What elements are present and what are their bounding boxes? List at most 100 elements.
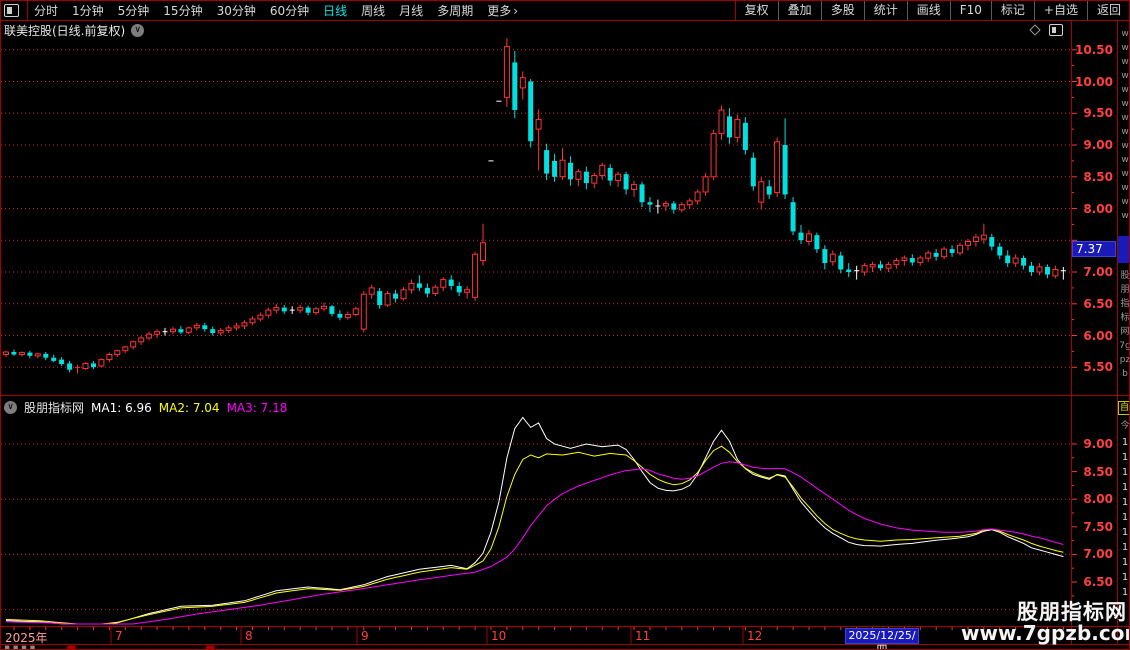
candle [210,327,215,336]
action-button-F10[interactable]: F10 [950,1,991,20]
month-label-10: 10 [491,629,506,643]
period-tab-15分钟[interactable]: 15分钟 [163,2,202,19]
candle [504,38,509,107]
candle [473,252,478,301]
page-marker: 1 [1119,527,1130,538]
candle [600,163,605,180]
candle [4,351,9,357]
candle [131,341,136,350]
candle [655,200,660,214]
panel-separator [1,395,1130,396]
period-tab-周线[interactable]: 周线 [361,2,385,19]
page-marker: 1 [1119,557,1130,568]
candle [234,323,239,331]
month-label-8: 8 [245,629,253,643]
current-date-box: 2025/12/25/四 [845,628,919,644]
candle [385,291,390,307]
candle [886,262,891,272]
candle [59,357,64,366]
candle [218,328,223,336]
candle [902,256,907,266]
candle [322,303,327,312]
candle [743,117,748,154]
candle [791,197,796,235]
candle [536,109,541,170]
month-label-7: 7 [115,629,123,643]
indicator-label-7.50: 7.50 [1075,521,1113,533]
diamond-icon[interactable] [1029,24,1040,35]
period-tab-月线[interactable]: 月线 [399,2,423,19]
candle [393,290,398,303]
period-tab-更多[interactable]: 更多 [487,2,511,19]
candle [846,263,851,277]
window-maximize-icon[interactable] [1049,24,1063,36]
top-toolbar: 分时 1分钟 5分钟 15分钟 30分钟 60分钟日线周线月线多周期更多 › 复权叠加多股… [1,1,1130,20]
candle [1061,267,1066,280]
chart-canvas[interactable] [1,1,1130,650]
price-label-5.50: 5.50 [1075,361,1113,373]
indicator-strip-tab[interactable]: 自 [1118,401,1130,415]
indicator-strip-tab2[interactable]: 今 [1119,418,1130,431]
period-tab-分时[interactable]: 分时 [34,2,58,19]
price-label-6.50: 6.50 [1075,298,1113,310]
indicator-label-6.50: 6.50 [1075,576,1113,588]
action-button-标记[interactable]: 标记 [991,1,1034,20]
price-axis-border [1071,20,1072,644]
action-button-画线[interactable]: 画线 [907,1,950,20]
action-button-叠加[interactable]: 叠加 [778,1,821,20]
year-label: 2025年 [5,629,48,646]
candle [226,325,231,333]
candle [107,353,112,363]
month-label-12: 12 [747,629,762,643]
candle [171,327,176,335]
candle [266,308,271,318]
candle [799,225,804,244]
candle [83,362,88,370]
more-arrow-icon[interactable]: › [513,4,518,18]
trading-app-window: 分时 1分钟 5分钟 15分钟 30分钟 60分钟日线周线月线多周期更多 › 复权叠加多股… [0,0,1130,650]
period-tab-1分钟[interactable]: 1分钟 [72,2,104,19]
action-buttons: 复权叠加多股统计画线F10标记+自选返回 [735,1,1130,20]
candle [910,254,915,266]
title-chevron-down-icon[interactable]: ∨ [131,24,144,37]
candle [822,245,827,269]
toolbar-divider [27,1,28,20]
candle [759,177,764,210]
watermark-brand: 股朋指标网 [961,602,1127,623]
candle [186,327,191,335]
title-right-icons [1031,24,1063,36]
candle [242,320,247,329]
period-tab-多周期[interactable]: 多周期 [437,2,473,19]
candle [19,351,24,356]
indicator-chevron-down-icon[interactable]: ∨ [4,401,17,414]
period-tab-5分钟[interactable]: 5分钟 [118,2,150,19]
candle [997,243,1002,259]
candle [481,224,486,266]
price-label-9.50: 9.50 [1075,107,1113,119]
candle [727,108,732,144]
action-button-+自选[interactable]: +自选 [1034,1,1087,20]
layout-split-icon[interactable] [4,4,19,17]
action-button-返回[interactable]: 返回 [1087,1,1130,20]
month-label-9: 9 [361,629,369,643]
watermark: 股朋指标网 www.7gpzb.com [961,602,1127,644]
ma2-value: MA2: 7.04 [159,401,220,415]
page-marker: 1 [1119,452,1130,463]
candle [99,358,104,367]
candle [767,180,772,199]
candle [735,115,740,143]
candle [337,310,342,320]
candle [989,234,994,251]
action-button-多股[interactable]: 多股 [821,1,864,20]
period-tab-日线[interactable]: 日线 [323,2,347,19]
action-button-复权[interactable]: 复权 [735,1,778,20]
candle [1029,262,1034,276]
candle [838,252,843,274]
candle [703,173,708,196]
action-button-统计[interactable]: 统计 [864,1,907,20]
price-label-10.00: 10.00 [1075,76,1113,88]
candle [560,148,565,180]
period-tab-60分钟[interactable]: 60分钟 [270,2,309,19]
candle [862,263,867,276]
period-tab-30分钟[interactable]: 30分钟 [217,2,256,19]
